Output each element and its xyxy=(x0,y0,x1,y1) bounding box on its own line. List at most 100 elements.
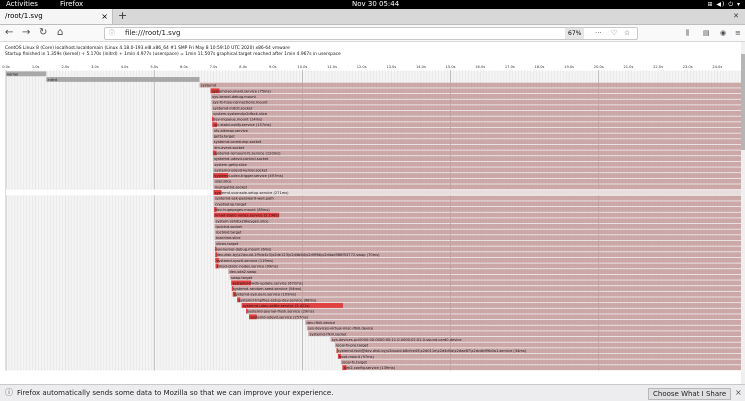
unit-label: system-sshd\x2dkeygen.slice xyxy=(216,219,270,223)
unit-label: machine.slice xyxy=(216,236,241,240)
unit-label: systemd-vconsole-setup.service (271ms) xyxy=(215,191,289,195)
scrollbar-thumb[interactable] xyxy=(741,54,745,150)
unit-label: systemd-udevd.service (257ms) xyxy=(250,315,309,319)
unit-bar xyxy=(214,229,741,235)
unit-label: dev-disk-by\x2duuid-1f9cb4c3\x2de123\x2d… xyxy=(216,253,380,257)
svg-document-view: CentOS Linux 8 (Core) localhost.localdom… xyxy=(0,42,745,384)
power-icon: ⏻ xyxy=(728,1,735,8)
url-text[interactable]: file:///root/1.svg xyxy=(125,28,180,39)
choose-what-i-share-button[interactable]: Choose What I Share xyxy=(648,388,732,400)
unit-bar xyxy=(215,263,741,269)
unit-label: local-fs.target xyxy=(342,361,367,365)
unit-bar xyxy=(231,280,741,286)
unit-label: systemd-udev-settle.service (3.421s) xyxy=(243,304,310,308)
unit-label: systemd-hwdb-update.service (672ms) xyxy=(232,281,303,285)
x-tick-label: 11.0s xyxy=(327,65,337,69)
unit-label: systemd xyxy=(201,84,216,88)
zoom-level-button[interactable]: 67% xyxy=(565,28,585,39)
unit-label: system-systemd\x2dfsck.slice xyxy=(213,112,268,116)
tab-title: /root/1.svg xyxy=(5,12,43,20)
x-tick-label: 17.0s xyxy=(505,65,515,69)
close-notification-icon[interactable]: × xyxy=(735,385,742,401)
unit-label: systemd-ask-password-wall.path xyxy=(215,197,274,201)
unit-label: kernel xyxy=(7,72,18,76)
back-icon[interactable]: ← xyxy=(5,25,13,41)
x-tick-label: 13.0s xyxy=(386,65,396,69)
unit-label: dev-rfkill.device xyxy=(307,321,336,325)
new-tab-button[interactable]: + xyxy=(118,9,127,23)
system-tray[interactable]: ⊞ ◀) ⏻ ▾ xyxy=(707,0,741,9)
unit-bar xyxy=(199,82,741,88)
unit-bar xyxy=(214,223,741,229)
x-tick-label: 23.0s xyxy=(683,65,693,69)
x-tick-label: 24.0s xyxy=(712,65,722,69)
system-clock[interactable]: Nov 30 05:44 xyxy=(352,0,399,9)
unit-bar xyxy=(214,212,741,218)
unit-bar xyxy=(212,139,741,145)
unit-label: swap.target xyxy=(231,276,253,280)
unit-label: sys-devices-virtual-misc-rfkill.device xyxy=(308,327,374,331)
unit-label: systemd-remount-fs.service (120ms) xyxy=(214,151,281,155)
unit-bar xyxy=(214,218,741,224)
unit-label: local-fs-pre.target xyxy=(336,344,369,348)
activities-button[interactable]: Activities xyxy=(6,0,38,9)
x-tick-label: 16.0s xyxy=(475,65,485,69)
unit-label: slices.target xyxy=(216,242,239,246)
account-icon[interactable]: ◉ xyxy=(720,25,726,41)
unit-label: dev-sda2.swap xyxy=(229,270,257,274)
unit-label: systemd-initctl.socket xyxy=(213,106,253,110)
unit-label: systemd-random-seed.service (54ms) xyxy=(233,287,302,291)
unit-bar xyxy=(212,122,741,128)
close-tab-icon[interactable]: × xyxy=(101,9,108,24)
tab-root-svg[interactable]: /root/1.svg × xyxy=(0,9,113,24)
close-window-icon[interactable]: ✕ xyxy=(733,9,739,24)
unit-label: systemd-sysctl.service (119ms) xyxy=(216,259,274,263)
x-tick-label: 2.0s xyxy=(61,65,69,69)
navigation-toolbar: ← → ↻ ⌂ ⓘ file:///root/1.svg 67% ··· ♡ ☆… xyxy=(0,25,745,42)
unit-bar xyxy=(211,105,741,111)
vertical-scrollbar[interactable] xyxy=(741,42,745,384)
unit-label: lvm2-config.service (139ms) xyxy=(344,366,396,370)
unit-label: rpcbind.socket xyxy=(216,225,243,229)
x-tick-label: 14.0s xyxy=(416,65,426,69)
reload-icon[interactable]: ↻ xyxy=(39,25,47,41)
unit-bar xyxy=(228,269,741,274)
forward-icon[interactable]: → xyxy=(22,25,30,41)
unit-bar xyxy=(211,110,741,116)
x-tick-label: 8.0s xyxy=(239,65,247,69)
bookmark-star-icon[interactable]: ☆ xyxy=(624,28,630,39)
unit-label: systemd-udev-trigger.service (497ms) xyxy=(214,174,283,178)
page-actions-icon[interactable]: ··· xyxy=(595,28,602,39)
x-tick-label: 22.0s xyxy=(653,65,663,69)
unit-label: systemd-udevd-kernel.socket xyxy=(214,168,267,172)
x-tick-label: 20.0s xyxy=(594,65,604,69)
page-info-icon[interactable]: ⓘ xyxy=(109,28,115,39)
sidebar-icon[interactable]: ▤ xyxy=(703,25,710,41)
app-menu-firefox[interactable]: Firefox xyxy=(60,0,83,9)
unit-bar xyxy=(340,359,741,365)
telemetry-notification-bar: ⓘ Firefox automatically sends some data … xyxy=(0,384,745,401)
unit-label: systemd-fsck@dev-disk-by\x2duuid-b8cfce4… xyxy=(338,349,527,353)
unit-bar xyxy=(305,320,741,325)
library-icon[interactable]: ⫼ xyxy=(686,25,689,41)
x-tick-label: 6.0s xyxy=(180,65,188,69)
notification-message: Firefox automatically sends some data to… xyxy=(17,389,334,397)
x-tick-label: 21.0s xyxy=(623,65,633,69)
menu-icon[interactable]: ≡ xyxy=(735,25,741,41)
x-tick-label: 19.0s xyxy=(564,65,574,69)
unit-label: systemd-journal-flush.service (29ms) xyxy=(247,310,314,314)
unit-label: cryptsetup.target xyxy=(215,202,247,206)
x-tick-label: 10.0s xyxy=(297,65,307,69)
x-tick-label: 7.0s xyxy=(210,65,218,69)
unit-bar xyxy=(214,207,741,212)
unit-bar xyxy=(212,127,741,133)
url-bar[interactable]: ⓘ file:///root/1.svg 67% ··· ♡ ☆ xyxy=(104,27,638,40)
home-icon[interactable]: ⌂ xyxy=(57,25,63,41)
unit-label: systemd-rfkill.socket xyxy=(309,332,347,336)
unit-bar xyxy=(232,291,741,297)
pocket-icon[interactable]: ♡ xyxy=(611,28,617,39)
unit-label: rpc-statd-notify.service (157ms) xyxy=(213,123,271,127)
volume-icon: ◀) xyxy=(716,1,726,8)
unit-label: systemd-tmpfiles-setup-dev.service (98ms… xyxy=(238,298,317,302)
unit-label: kmod-static-nodes.service (99ms) xyxy=(217,264,279,268)
